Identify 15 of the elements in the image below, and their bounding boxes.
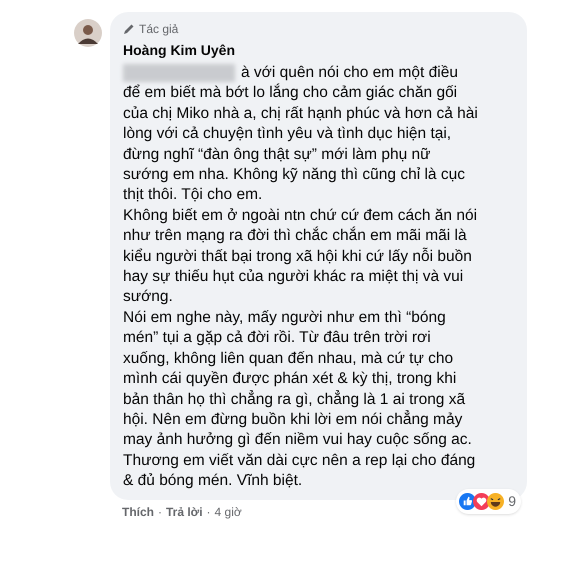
action-link[interactable]: Trả lời xyxy=(166,502,203,521)
reaction-count: 9 xyxy=(508,492,516,511)
action-link[interactable]: Thích xyxy=(122,502,154,521)
author-label: Tác giả xyxy=(139,21,178,38)
separator-dot: · xyxy=(206,504,211,521)
pencil-icon xyxy=(123,23,135,35)
author-name[interactable]: Hoàng Kim Uyên xyxy=(123,40,517,61)
laughing-face-icon xyxy=(487,492,504,510)
comment-paragraph: Nói em nghe này, mấy người như em thì “bóng mén” tụi a gặp cả đời rồi. Từ đâu trên trời rơi xuống, không liên quan đến nhau, mà cứ tự cho mình cái quyền được phán xét & kỳ thị, trong khi bản thân họ thì chẳng ra gì, chẳng là 1 ai trong xã hội. Nên em đừng buồn khi lời em nói chẳng mảy may ảnh hưởng gì đến niềm vui hay cuộc sống ac. Thương em viết văn dài cực nên a rep lại cho đáng & đủ bóng mén. Vĩnh biệt. xyxy=(123,308,476,492)
timestamp[interactable]: 4 giờ xyxy=(214,502,242,521)
reactions-pill[interactable]: 9 xyxy=(456,488,521,514)
avatar[interactable] xyxy=(74,19,102,47)
separator-dot: · xyxy=(158,504,162,521)
comment-paragraph: Không biết em ở ngoài ntn chứ cứ đem cách ăn nói như trên mạng ra đời thì chắc chắn em mãi mãi là kiểu người thất bại trong xã hội khi cứ lấy nỗi buồn hay sự thiếu hụt của người khác ra miệt thị và vui sướng. xyxy=(123,206,478,308)
comment-paragraph: à với quên nói cho em một điều để em biết mà bớt lo lắng cho cảm giác chăn gối của chị Miko nhà a, chị rất hạnh phúc và hơn cả hài lòng với cả chuyện tình yêu và tình dục hiện tại, đừng nghĩ “đàn ông thật sự” mới làm phụ nữ sướng em nha. Không kỹ năng thì cũng chỉ là cục thịt thôi. Tội cho em. xyxy=(123,63,479,206)
